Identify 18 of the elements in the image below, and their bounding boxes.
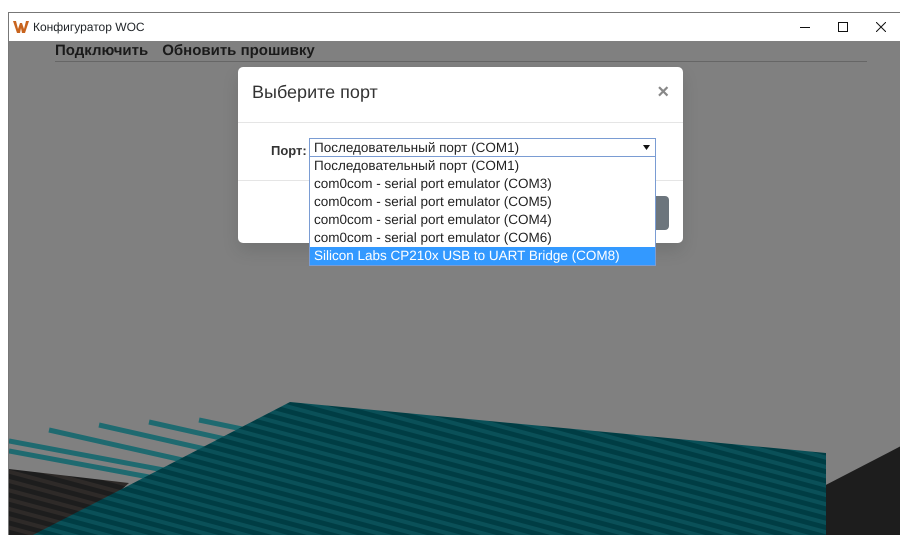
dropdown-option[interactable]: com0com - serial port emulator (COM5)	[310, 193, 655, 211]
port-value: Последовательный порт (COM1)	[314, 140, 520, 155]
dropdown-option[interactable]: Последовательный порт (COM1)	[310, 157, 655, 175]
maximize-icon	[838, 22, 848, 32]
app-logo-icon	[13, 20, 29, 34]
dialog-title: Выберите порт	[252, 82, 378, 104]
dropdown-option[interactable]: com0com - serial port emulator (COM6)	[310, 229, 655, 247]
menu-item[interactable]: Подключить	[55, 41, 148, 61]
port-select[interactable]: Последовательный порт (COM1)	[309, 138, 656, 157]
close-icon	[876, 22, 886, 32]
dropdown-option[interactable]: com0com - serial port emulator (COM4)	[310, 211, 655, 229]
close-button[interactable]: ×	[657, 82, 669, 102]
window-title: Конфигуратор WOC	[33, 19, 145, 36]
port-label: Порт:	[271, 142, 307, 160]
dropdown-option[interactable]: com0com - serial port emulator (COM3)	[310, 175, 655, 193]
menu-item[interactable]: Обновить прошивку	[162, 41, 315, 61]
caret-icon	[643, 145, 650, 150]
minimize-icon	[800, 26, 810, 28]
